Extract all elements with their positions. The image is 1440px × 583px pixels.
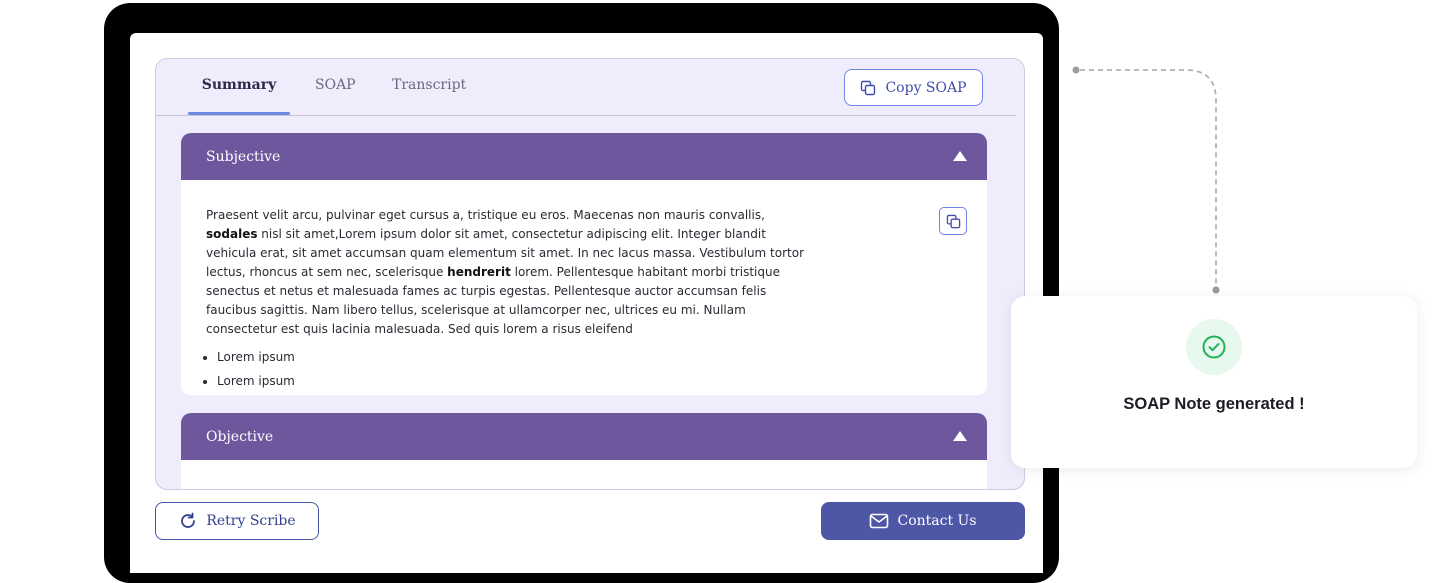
collapse-caret-icon[interactable] — [953, 431, 967, 441]
tab-soap[interactable]: SOAP — [315, 77, 356, 115]
notes-panel: Summary SOAP Transcript Copy SOAP Subjec… — [155, 58, 1025, 490]
copy-icon — [861, 80, 876, 95]
tab-summary[interactable]: Summary — [188, 77, 290, 115]
objective-header[interactable]: Objective — [181, 413, 987, 460]
copy-section-button[interactable] — [939, 207, 967, 235]
objective-title: Objective — [206, 428, 274, 445]
retry-label: Retry Scribe — [206, 513, 296, 529]
objective-section: Objective — [181, 413, 987, 489]
success-toast: SOAP Note generated ! — [1011, 296, 1417, 468]
subjective-bullets: Lorem ipsum Lorem ipsum — [206, 345, 962, 393]
paragraph-bold-text: hendrerit — [447, 265, 511, 279]
check-circle-icon — [1186, 319, 1242, 375]
subjective-header[interactable]: Subjective — [181, 133, 987, 180]
subjective-paragraph: Praesent velit arcu, pulvinar eget cursu… — [206, 206, 808, 339]
collapse-caret-icon[interactable] — [953, 151, 967, 161]
list-item: Lorem ipsum — [217, 345, 962, 369]
contact-label: Contact Us — [897, 513, 977, 529]
contact-us-button[interactable]: Contact Us — [821, 502, 1025, 540]
connector-line — [1072, 66, 1220, 294]
paragraph-bold-text: sodales — [206, 227, 258, 241]
retry-scribe-button[interactable]: Retry Scribe — [155, 502, 319, 540]
tab-bar: Summary SOAP Transcript Copy SOAP — [156, 59, 1016, 116]
toast-message: SOAP Note generated ! — [1123, 395, 1305, 413]
copy-soap-label: Copy SOAP — [885, 79, 967, 96]
refresh-icon — [181, 512, 196, 528]
list-item: Lorem ipsum — [217, 369, 962, 393]
paragraph-text: Praesent velit arcu, pulvinar eget cursu… — [206, 208, 765, 222]
mail-icon — [870, 513, 889, 529]
subjective-section: Subjective Praesent velit arcu, pulvinar… — [181, 133, 987, 395]
tab-transcript[interactable]: Transcript — [392, 77, 466, 115]
copy-icon — [946, 214, 960, 228]
copy-soap-button[interactable]: Copy SOAP — [844, 69, 983, 106]
subjective-body: Praesent velit arcu, pulvinar eget cursu… — [181, 180, 987, 393]
subjective-title: Subjective — [206, 148, 281, 165]
